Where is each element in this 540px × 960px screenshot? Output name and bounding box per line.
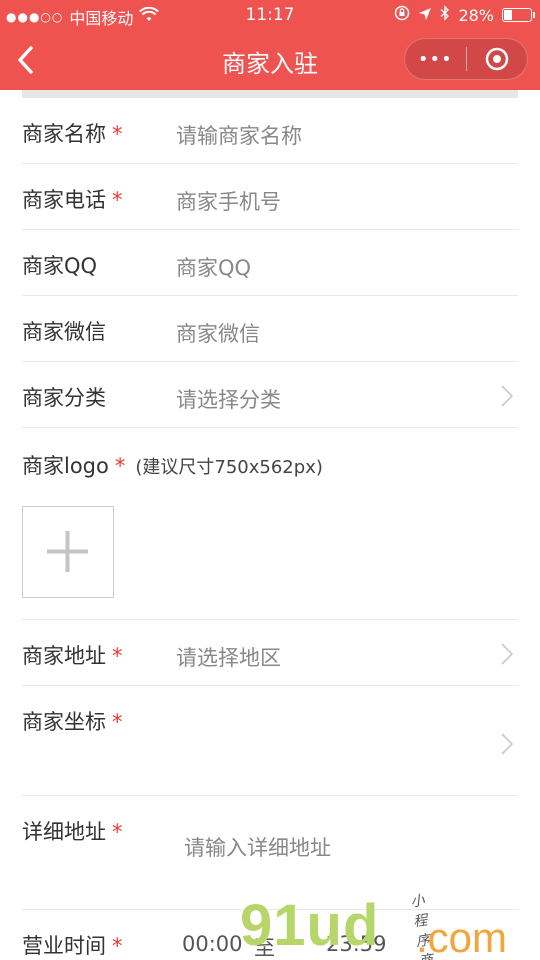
hours-start-picker[interactable]: 00:00 (182, 932, 243, 956)
bluetooth-icon (440, 5, 450, 25)
navigation-bar: 商家入驻 ••• (0, 30, 540, 90)
more-dots-icon: ••• (417, 48, 453, 70)
logo-size-hint: (建议尺寸750x562px) (135, 457, 323, 478)
category-select[interactable]: 请选择分类 (176, 384, 281, 414)
phone-input[interactable]: 商家手机号 (176, 186, 281, 216)
coordinates-label: 商家坐标 (22, 710, 106, 734)
phone-label: 商家电话 (22, 188, 106, 212)
orientation-lock-icon (394, 5, 410, 25)
qq-input[interactable]: 商家QQ (176, 252, 251, 282)
logo-upload-button[interactable] (22, 506, 114, 598)
close-mini-program-button[interactable] (466, 38, 527, 80)
target-circle-icon (485, 47, 508, 71)
form-row-coordinates[interactable]: 商家坐标 * (22, 686, 518, 796)
detail-address-input[interactable]: 请输入详细地址 (184, 832, 331, 862)
required-mark: * (114, 454, 126, 478)
region-select[interactable]: 请选择地区 (176, 642, 281, 672)
chevron-right-icon (501, 733, 514, 755)
name-label: 商家名称 (22, 122, 106, 146)
form-row-qq: 商家QQ 商家QQ (22, 230, 518, 296)
watermark-main: 91ud (240, 893, 380, 958)
watermark-suffix: .com (416, 914, 508, 960)
form-row-wechat: 商家微信 商家微信 (22, 296, 518, 362)
wechat-label: 商家微信 (22, 320, 106, 344)
required-mark: * (112, 644, 123, 668)
top-divider (22, 90, 518, 98)
required-mark: * (112, 122, 123, 146)
required-mark: * (112, 820, 123, 844)
more-button[interactable]: ••• (405, 38, 466, 80)
location-icon (418, 6, 432, 25)
required-mark: * (112, 188, 123, 212)
logo-label: 商家logo (22, 454, 109, 478)
name-input[interactable]: 请输商家名称 (176, 120, 302, 150)
detail-address-label: 详细地址 (22, 820, 106, 844)
chevron-right-icon (501, 385, 514, 407)
address-label: 商家地址 (22, 644, 106, 668)
plus-icon (47, 531, 88, 572)
form-row-phone: 商家电话 * 商家手机号 (22, 164, 518, 230)
hours-label: 营业时间 (22, 934, 106, 958)
required-mark: * (112, 710, 123, 734)
form-row-address[interactable]: 商家地址 * 请选择地区 (22, 620, 518, 686)
wechat-input[interactable]: 商家微信 (176, 318, 260, 348)
watermark-logo: 91ud 小程序商店 .com (240, 892, 507, 960)
battery-icon (502, 8, 535, 22)
qq-label: 商家QQ (22, 254, 98, 278)
chevron-right-icon (501, 643, 514, 665)
mini-program-capsule: ••• (404, 38, 528, 80)
form-row-name: 商家名称 * 请输商家名称 (22, 98, 518, 164)
required-mark: * (112, 934, 123, 958)
status-bar: ●●●○○ 中国移动 11:17 28% (0, 0, 540, 30)
battery-percentage: 28% (458, 5, 494, 25)
form-row-category[interactable]: 商家分类 请选择分类 (22, 362, 518, 428)
category-label: 商家分类 (22, 386, 106, 410)
